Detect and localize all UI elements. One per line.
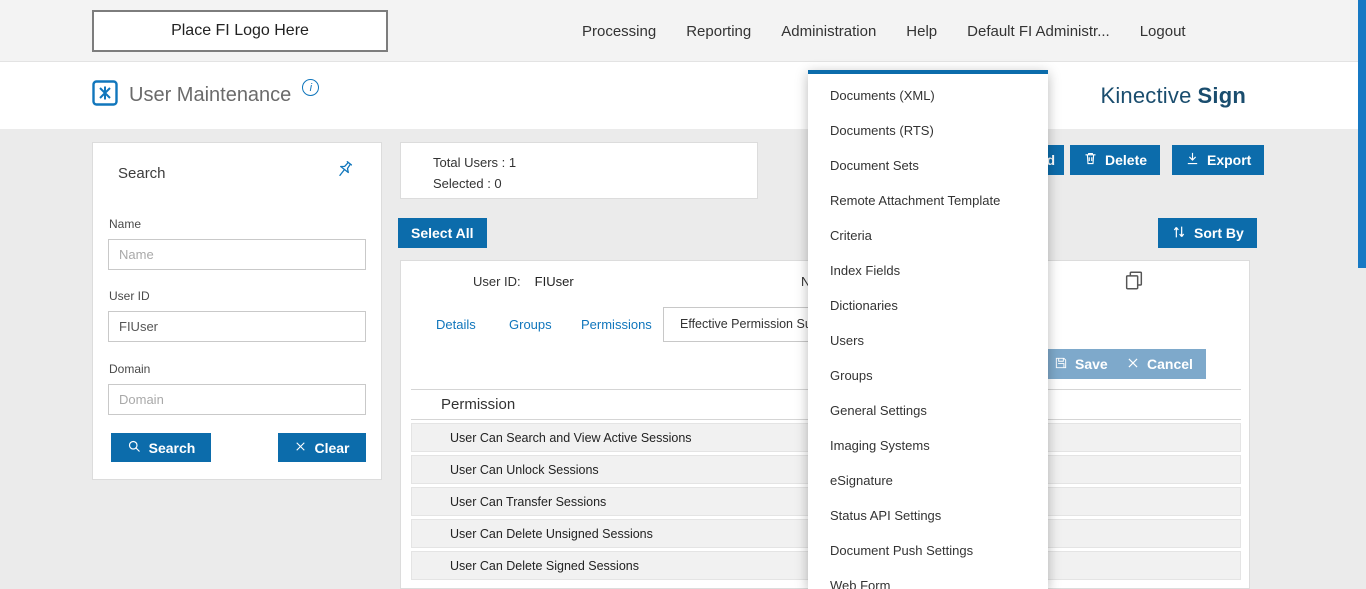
cancel-button[interactable]: Cancel (1113, 349, 1206, 379)
page-title: User Maintenance (129, 84, 291, 107)
top-bar: Place FI Logo Here Processing Reporting Ad… (0, 0, 1366, 62)
clear-button[interactable]: Clear (278, 433, 366, 462)
admin-menu-item[interactable]: Index Fields (808, 253, 1048, 288)
search-icon (127, 439, 142, 457)
top-nav-item[interactable]: Administration (781, 23, 876, 40)
top-nav-item[interactable]: Help (906, 23, 937, 40)
search-button[interactable]: Search (111, 433, 211, 462)
name-input[interactable] (108, 239, 366, 270)
download-icon (1185, 151, 1200, 169)
admin-menu-item[interactable]: Imaging Systems (808, 428, 1048, 463)
top-nav-item[interactable]: Logout (1140, 23, 1186, 40)
user-id-input[interactable] (108, 311, 366, 342)
trash-icon (1083, 151, 1098, 169)
user-id-row: User ID: FIUser (473, 274, 574, 289)
admin-menu-item[interactable]: Documents (RTS) (808, 113, 1048, 148)
selected-count-text: Selected : 0 (433, 173, 757, 194)
close-icon (1126, 356, 1140, 373)
tab-details[interactable]: Details (436, 317, 476, 332)
admin-menu-item[interactable]: Web Form (808, 568, 1048, 589)
domain-input[interactable] (108, 384, 366, 415)
user-id-label: User ID: (473, 274, 521, 289)
search-panel-title: Search (118, 165, 166, 182)
save-icon (1054, 356, 1068, 373)
sort-by-button[interactable]: Sort By (1158, 218, 1257, 248)
top-nav: Processing Reporting Administration Help Def… (582, 0, 1186, 62)
page-title-group: User Maintenance i (92, 62, 319, 129)
export-button[interactable]: Export (1172, 145, 1264, 175)
total-users-text: Total Users : 1 (433, 152, 757, 173)
admin-menu-item[interactable]: Remote Attachment Template (808, 183, 1048, 218)
info-icon[interactable]: i (302, 79, 319, 96)
user-maintenance-icon (92, 80, 118, 111)
delete-button[interactable]: Delete (1070, 145, 1160, 175)
top-nav-item[interactable]: Reporting (686, 23, 751, 40)
admin-menu-item[interactable]: Status API Settings (808, 498, 1048, 533)
close-icon (294, 440, 307, 456)
admin-menu-item[interactable]: General Settings (808, 393, 1048, 428)
pin-icon[interactable] (334, 159, 355, 185)
admin-dropdown-menu: Documents (XML)Documents (RTS)Document S… (808, 70, 1048, 589)
fi-logo-placeholder: Place FI Logo Here (92, 10, 388, 52)
admin-menu-item[interactable]: eSignature (808, 463, 1048, 498)
domain-label: Domain (109, 362, 150, 376)
sort-icon (1171, 224, 1187, 243)
scrollbar-thumb[interactable] (1358, 0, 1366, 268)
admin-menu-item[interactable]: Document Push Settings (808, 533, 1048, 568)
search-panel: Search Name User ID Domain Search Clear (92, 142, 382, 480)
tab-groups[interactable]: Groups (509, 317, 552, 332)
copy-icon[interactable] (1123, 269, 1145, 296)
admin-menu-item[interactable]: Dictionaries (808, 288, 1048, 323)
admin-menu-item[interactable]: Users (808, 323, 1048, 358)
summary-panel: Total Users : 1 Selected : 0 (400, 142, 758, 199)
admin-menu-item[interactable]: Documents (XML) (808, 78, 1048, 113)
select-all-button[interactable]: Select All (398, 218, 487, 248)
top-nav-item[interactable]: Processing (582, 23, 656, 40)
save-button[interactable]: Save (1041, 349, 1121, 379)
admin-menu-item[interactable]: Criteria (808, 218, 1048, 253)
brand-regular: Kinective (1100, 83, 1191, 109)
tab-permissions[interactable]: Permissions (581, 317, 652, 332)
page-header: User Maintenance i Kinective Sign (0, 62, 1366, 129)
user-id-value: FIUser (535, 274, 574, 289)
admin-menu-item[interactable]: Groups (808, 358, 1048, 393)
admin-menu-item[interactable]: Document Sets (808, 148, 1048, 183)
top-nav-item[interactable]: Default FI Administr... (967, 23, 1110, 40)
name-label: Name (109, 217, 141, 231)
brand-logo: Kinective Sign (1100, 62, 1246, 129)
brand-bold: Sign (1198, 83, 1246, 109)
user-id-label: User ID (109, 289, 150, 303)
app-window: Place FI Logo Here Processing Reporting Ad… (0, 0, 1366, 589)
